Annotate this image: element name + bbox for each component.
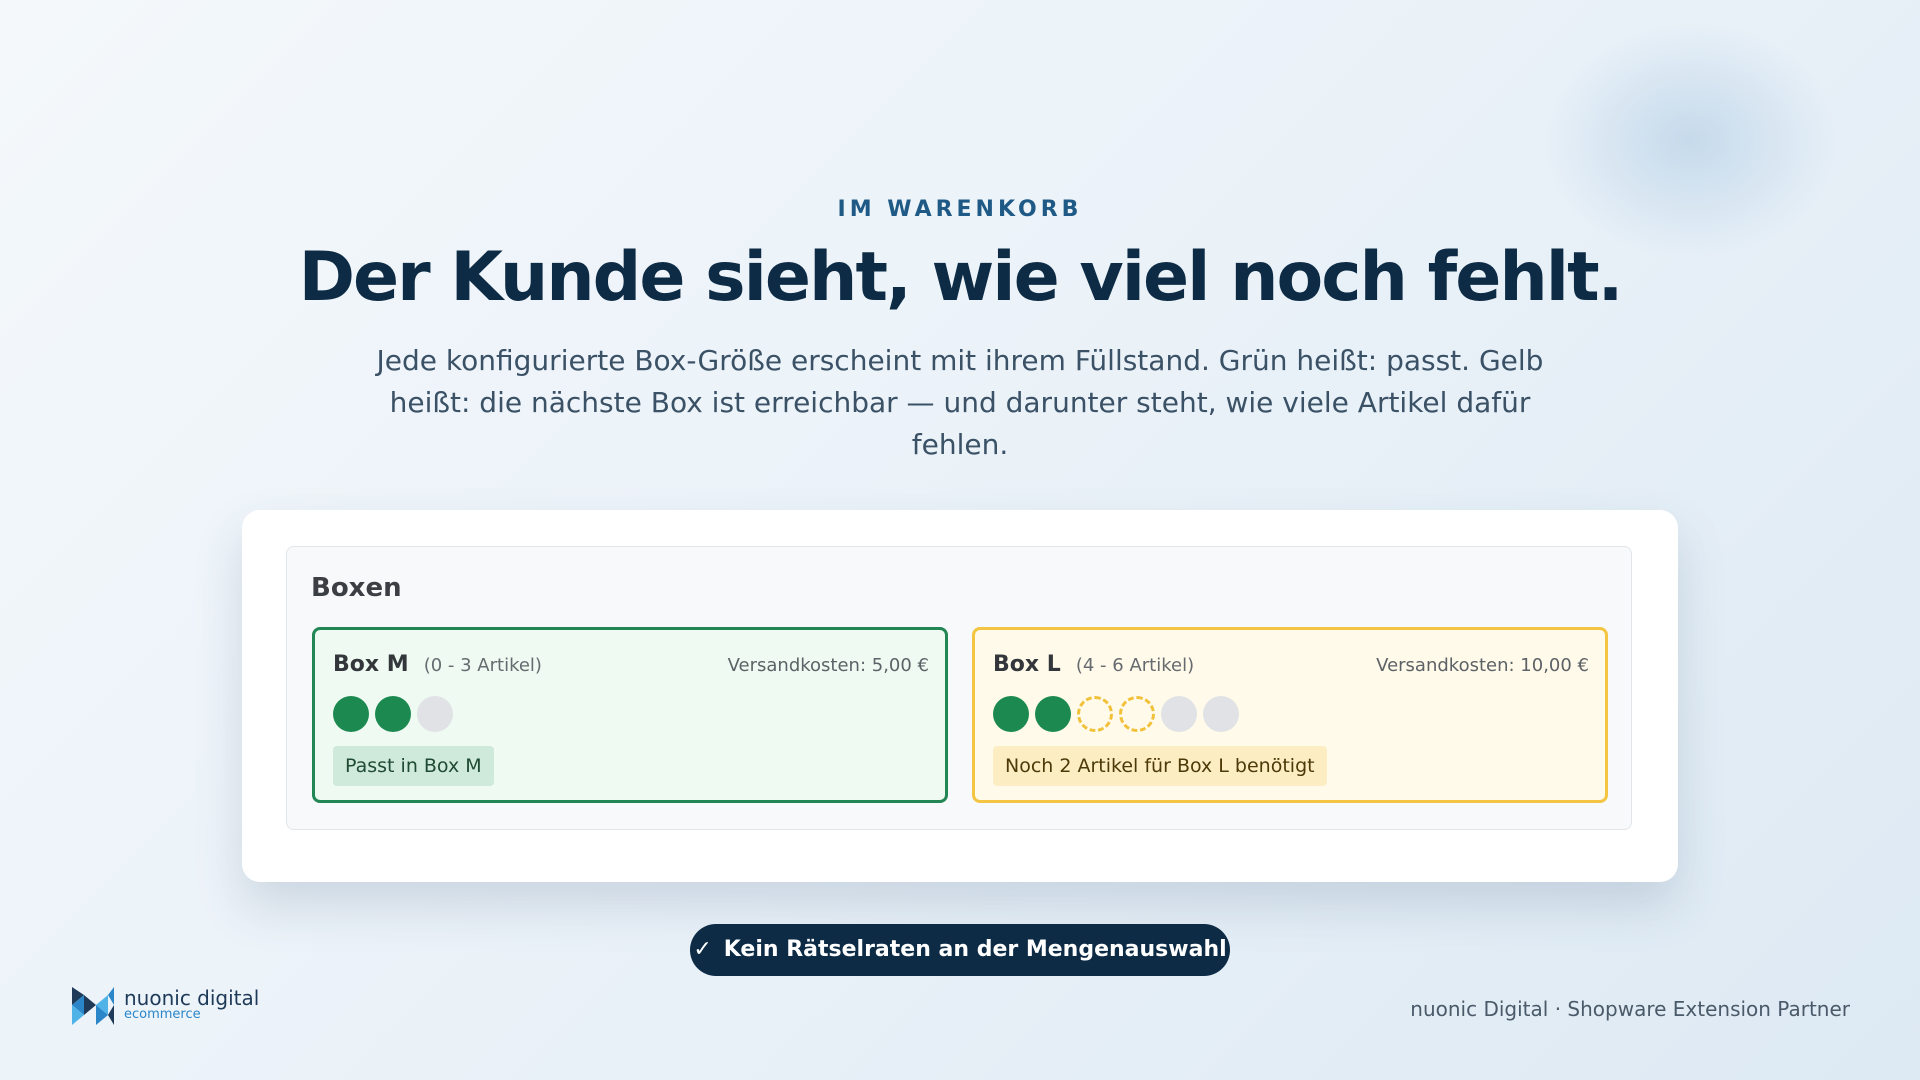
nuonic-logo-icon	[72, 987, 114, 1025]
fill-dot-empty	[1203, 696, 1239, 732]
fill-dot-empty	[417, 696, 453, 732]
boxes-title: Boxen	[311, 573, 402, 603]
shipping-cost: Versandkosten: 10,00 €	[1376, 655, 1589, 676]
fill-dot-dashed	[1119, 696, 1155, 732]
fill-level-indicator	[993, 696, 1239, 734]
page-headline: Der Kunde sieht, wie viel noch fehlt.	[298, 238, 1624, 317]
fill-level-indicator	[333, 696, 453, 734]
missing-items-badge: Noch 2 Artikel für Box L benötigt	[993, 746, 1327, 786]
fill-dot-filled	[1035, 696, 1071, 732]
fill-dot-filled	[993, 696, 1029, 732]
fill-dot-filled	[375, 696, 411, 732]
fill-dot-filled	[333, 696, 369, 732]
box-header: Box L (4 - 6 Artikel) Versandkosten: 10,…	[993, 652, 1589, 682]
cart-boxes-panel: Boxen Box M (0 - 3 Artikel) Versandkoste…	[242, 510, 1678, 882]
fill-dot-empty	[1161, 696, 1197, 732]
shipping-cost: Versandkosten: 5,00 €	[727, 655, 929, 676]
company-logo: nuonic digital ecommerce	[70, 982, 259, 1028]
fits-badge: Passt in Box M	[333, 746, 494, 786]
fill-dot-dashed	[1077, 696, 1113, 732]
feature-pill-label: Kein Rätselraten an der Mengenauswahl	[723, 937, 1227, 962]
boxes-card: Boxen Box M (0 - 3 Artikel) Versandkoste…	[286, 546, 1632, 830]
background-glow	[1540, 20, 1840, 260]
box-name: Box M	[333, 652, 409, 677]
box-m-card[interactable]: Box M (0 - 3 Artikel) Versandkosten: 5,0…	[312, 627, 948, 803]
logo-subline: ecommerce	[124, 1007, 201, 1022]
box-range: (0 - 3 Artikel)	[423, 655, 542, 676]
footer-partner-text: nuonic Digital · Shopware Extension Part…	[1410, 997, 1850, 1021]
check-icon: ✓	[693, 937, 712, 962]
box-l-card[interactable]: Box L (4 - 6 Artikel) Versandkosten: 10,…	[972, 627, 1608, 803]
eyebrow-label: IM WARENKORB	[837, 197, 1083, 222]
feature-pill: ✓ Kein Rätselraten an der Mengenauswahl	[690, 924, 1230, 976]
page-subtitle: Jede konfigurierte Box-Größe erscheint m…	[376, 344, 1544, 461]
box-name: Box L	[993, 652, 1061, 677]
box-header: Box M (0 - 3 Artikel) Versandkosten: 5,0…	[333, 652, 929, 682]
logo-name: nuonic digital	[124, 986, 260, 1010]
box-range: (4 - 6 Artikel)	[1075, 655, 1195, 676]
